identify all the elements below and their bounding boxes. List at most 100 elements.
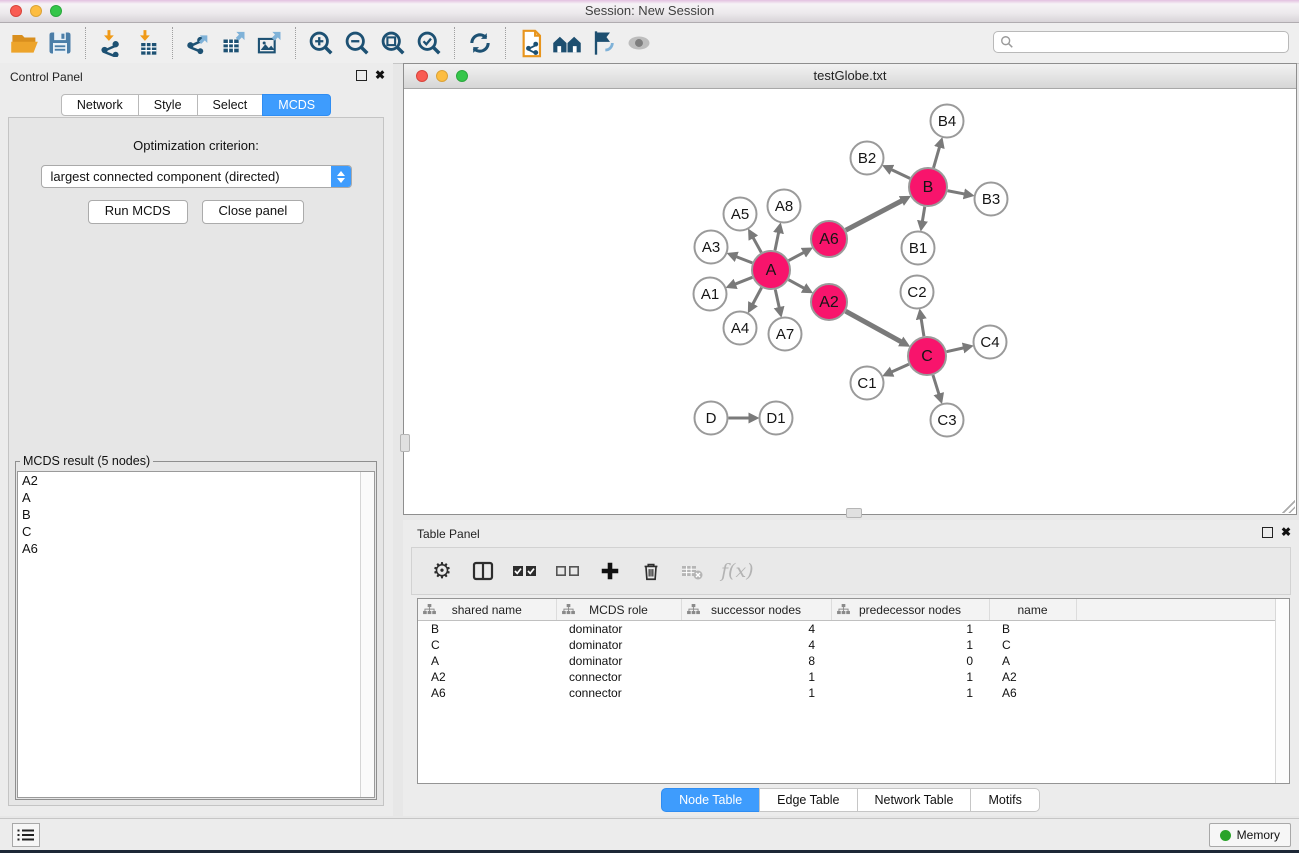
show-columns-icon[interactable] <box>471 558 495 584</box>
cell[interactable]: connector <box>556 685 681 701</box>
edge-C-C3[interactable] <box>933 375 939 395</box>
cell[interactable]: A6 <box>989 685 1076 701</box>
network-graph-canvas[interactable]: B4B2BB3A8A5A6A3B1AA1C2A2A4A7C4CC1DD1C3 <box>404 89 1296 515</box>
cell[interactable]: 4 <box>681 621 831 638</box>
cell[interactable]: C <box>989 637 1076 653</box>
mcds-result-list[interactable]: A2ABCA6 <box>17 471 375 798</box>
help-icon[interactable] <box>585 26 621 60</box>
mcds-result-item[interactable]: A <box>18 489 374 506</box>
float-panel-icon[interactable] <box>356 70 367 81</box>
select-all-columns-icon[interactable] <box>512 558 538 584</box>
table-row[interactable]: Bdominator41B <box>418 621 1278 638</box>
splitter-grip[interactable] <box>846 508 862 518</box>
create-column-plus-icon[interactable] <box>598 558 622 584</box>
zoom-selected-icon[interactable] <box>411 26 447 60</box>
edge-A-A7[interactable] <box>775 290 779 309</box>
import-network-icon[interactable] <box>93 26 129 60</box>
cell[interactable]: C <box>418 637 556 653</box>
tab-edge-table[interactable]: Edge Table <box>759 788 857 812</box>
cell[interactable]: dominator <box>556 653 681 669</box>
table-row[interactable]: Adominator80A <box>418 653 1278 669</box>
run-mcds-button[interactable]: Run MCDS <box>88 200 188 224</box>
cell[interactable]: 8 <box>681 653 831 669</box>
edge-A-A2[interactable] <box>789 280 805 289</box>
delete-columns-trash-icon[interactable] <box>639 558 663 584</box>
cell[interactable]: A6 <box>418 685 556 701</box>
edge-A-A1[interactable] <box>735 277 753 284</box>
edge-C-C1[interactable] <box>891 364 909 372</box>
column-header-MCDS-role[interactable]: MCDS role <box>556 599 681 621</box>
cell[interactable]: 1 <box>681 685 831 701</box>
result-scrollbar[interactable] <box>360 472 374 797</box>
edge-A-A3[interactable] <box>736 256 753 262</box>
cell[interactable]: 0 <box>831 653 989 669</box>
float-panel-icon[interactable] <box>1262 527 1273 538</box>
edge-B-B2[interactable] <box>891 169 910 178</box>
memory-button[interactable]: Memory <box>1209 823 1291 847</box>
cell[interactable]: connector <box>556 669 681 685</box>
task-history-list-icon[interactable] <box>12 823 40 847</box>
close-panel-icon[interactable]: ✖ <box>1281 526 1291 538</box>
mcds-result-item[interactable]: B <box>18 506 374 523</box>
cell[interactable]: dominator <box>556 621 681 638</box>
edge-B-B3[interactable] <box>948 191 965 194</box>
network-window-titlebar[interactable]: testGlobe.txt <box>404 64 1296 89</box>
close-panel-button[interactable]: Close panel <box>202 200 305 224</box>
cell[interactable]: 1 <box>831 685 989 701</box>
import-table-icon[interactable] <box>129 26 165 60</box>
show-hide-panels-eye-icon[interactable] <box>621 26 657 60</box>
table-scrollbar[interactable] <box>1275 599 1289 783</box>
cell[interactable]: 1 <box>681 669 831 685</box>
export-table-icon[interactable] <box>216 26 252 60</box>
unselect-all-columns-icon[interactable] <box>555 558 581 584</box>
edge-C-C2[interactable] <box>921 318 924 336</box>
mcds-result-item[interactable]: C <box>18 523 374 540</box>
zoom-in-icon[interactable] <box>303 26 339 60</box>
tab-mcds[interactable]: MCDS <box>262 94 331 116</box>
save-session-icon[interactable] <box>42 26 78 60</box>
tab-network[interactable]: Network <box>61 94 139 116</box>
tab-network-table[interactable]: Network Table <box>857 788 972 812</box>
apply-layout-icon[interactable] <box>462 26 498 60</box>
open-session-icon[interactable] <box>6 26 42 60</box>
cell[interactable]: 1 <box>831 621 989 638</box>
zoom-fit-icon[interactable] <box>375 26 411 60</box>
table-row[interactable]: A6connector11A6 <box>418 685 1278 701</box>
column-header-successor-nodes[interactable]: successor nodes <box>681 599 831 621</box>
column-header-name[interactable]: name <box>989 599 1076 621</box>
cell[interactable]: 4 <box>681 637 831 653</box>
edge-A2-C[interactable] <box>846 311 902 342</box>
mcds-result-item[interactable]: A2 <box>18 472 374 489</box>
cell[interactable]: A <box>989 653 1076 669</box>
cell[interactable]: A2 <box>989 669 1076 685</box>
cell[interactable]: 1 <box>831 637 989 653</box>
export-image-icon[interactable] <box>252 26 288 60</box>
edge-A-A8[interactable] <box>775 232 779 250</box>
edge-B-B1[interactable] <box>922 207 924 222</box>
table-row[interactable]: Cdominator41C <box>418 637 1278 653</box>
export-network-icon[interactable] <box>180 26 216 60</box>
tab-select[interactable]: Select <box>197 94 264 116</box>
new-network-from-selection-icon[interactable] <box>513 26 549 60</box>
zoom-out-icon[interactable] <box>339 26 375 60</box>
cell[interactable]: A2 <box>418 669 556 685</box>
tab-motifs[interactable]: Motifs <box>970 788 1039 812</box>
edge-A-A4[interactable] <box>752 288 761 305</box>
edge-B-B4[interactable] <box>934 146 940 167</box>
cell[interactable]: 1 <box>831 669 989 685</box>
edge-C-C4[interactable] <box>947 348 965 352</box>
table-row[interactable]: A2connector11A2 <box>418 669 1278 685</box>
mcds-result-item[interactable]: A6 <box>18 540 374 557</box>
search-input[interactable] <box>993 31 1289 53</box>
edge-A6-B[interactable] <box>846 200 903 230</box>
cell[interactable]: dominator <box>556 637 681 653</box>
network-home-icon[interactable] <box>549 26 585 60</box>
table-settings-gear-icon[interactable]: ⚙ <box>430 558 454 584</box>
edge-A-A5[interactable] <box>753 237 761 252</box>
criterion-dropdown[interactable]: largest connected component (directed) <box>41 165 352 188</box>
edge-A-A6[interactable] <box>789 252 805 260</box>
cell[interactable]: B <box>989 621 1076 638</box>
splitter-grip[interactable] <box>400 434 410 452</box>
close-panel-icon[interactable]: ✖ <box>375 69 385 81</box>
column-header-predecessor-nodes[interactable]: predecessor nodes <box>831 599 989 621</box>
